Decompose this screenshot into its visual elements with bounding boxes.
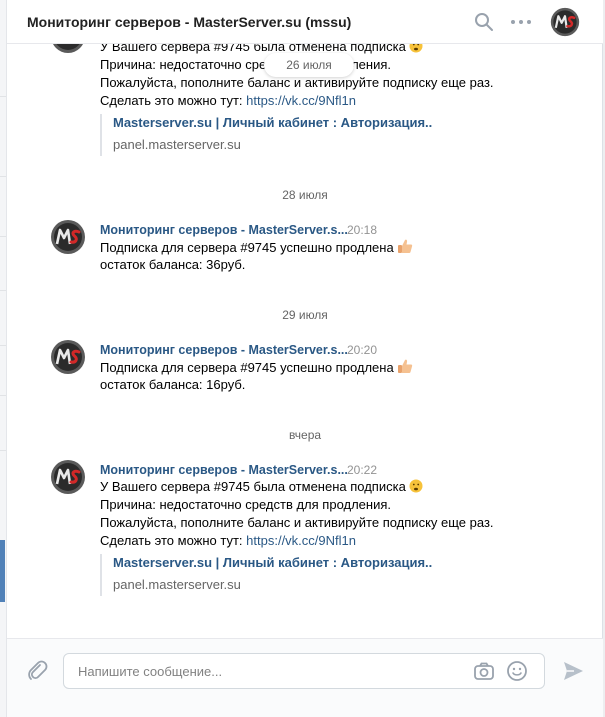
message-text: остаток баланса: 16руб. bbox=[100, 377, 246, 392]
link-preview-title[interactable]: Masterserver.su | Личный кабинет : Автор… bbox=[113, 114, 480, 132]
message-text: Пожалуйста, пополните баланс и активируй… bbox=[100, 515, 494, 530]
date-separator: вчера bbox=[288, 428, 322, 442]
message-text: У Вашего сервера #9745 была отменена под… bbox=[100, 478, 423, 496]
message-time[interactable]: 20:22 bbox=[347, 463, 377, 477]
chat-panel: Мониторинг серверов - MasterServer.su (m… bbox=[7, 0, 603, 717]
message-text: У Вашего сервера #9745 была отменена под… bbox=[100, 44, 423, 56]
message-text: Причина: недостаточно средств для продле… bbox=[100, 497, 392, 512]
message-feed[interactable]: У Вашего сервера #9745 была отменена под… bbox=[7, 44, 603, 638]
link-preview-domain: panel.masterserver.su bbox=[113, 577, 241, 592]
more-icon[interactable] bbox=[509, 12, 533, 32]
message-link[interactable]: https://vk.cc/9Nfl1n bbox=[246, 533, 356, 548]
message-input[interactable]: Напишите сообщение... bbox=[63, 653, 545, 689]
sender-name[interactable]: Мониторинг серверов - MasterServer.s... bbox=[100, 223, 348, 237]
divider bbox=[0, 345, 6, 346]
link-preview-domain: panel.masterserver.su bbox=[113, 137, 241, 152]
chat-avatar[interactable] bbox=[550, 7, 580, 37]
avatar[interactable] bbox=[50, 339, 86, 375]
message-text: Подписка для сервера #9745 успешно продл… bbox=[100, 358, 413, 377]
link-preview-title[interactable]: Masterserver.su | Личный кабинет : Автор… bbox=[113, 554, 480, 572]
divider bbox=[0, 236, 6, 237]
chat-header: Мониторинг серверов - MasterServer.su (m… bbox=[7, 0, 603, 44]
left-panel-edge bbox=[0, 0, 7, 717]
message-time[interactable]: 20:20 bbox=[347, 343, 377, 357]
message-text: Подписка для сервера #9745 успешно продл… bbox=[100, 238, 413, 257]
message-text: Сделать это можно тут: https://vk.cc/9Nf… bbox=[100, 93, 356, 108]
smile-icon[interactable] bbox=[506, 660, 528, 682]
message-text: Сделать это можно тут: https://vk.cc/9Nf… bbox=[100, 533, 356, 548]
avatar[interactable] bbox=[50, 44, 86, 54]
message-input-placeholder: Напишите сообщение... bbox=[78, 664, 223, 679]
avatar[interactable] bbox=[50, 219, 86, 255]
camera-icon[interactable] bbox=[473, 661, 495, 681]
sender-name[interactable]: Мониторинг серверов - MasterServer.s... bbox=[100, 343, 348, 357]
attach-icon[interactable] bbox=[25, 659, 49, 683]
search-icon[interactable] bbox=[474, 12, 494, 32]
send-icon[interactable] bbox=[561, 659, 585, 683]
date-separator: 29 июля bbox=[282, 308, 328, 322]
divider bbox=[0, 96, 6, 97]
divider bbox=[0, 450, 6, 451]
sad-face-icon bbox=[409, 479, 423, 493]
active-chat-indicator bbox=[0, 540, 5, 602]
sender-name[interactable]: Мониторинг серверов - MasterServer.s... bbox=[100, 463, 348, 477]
message-text: остаток баланса: 36руб. bbox=[100, 257, 246, 272]
link-preview[interactable]: Masterserver.su | Личный кабинет : Автор… bbox=[100, 554, 480, 596]
divider bbox=[0, 395, 6, 396]
avatar[interactable] bbox=[50, 459, 86, 495]
floating-date: 26 июля bbox=[264, 53, 354, 77]
date-separator: 28 июля bbox=[282, 188, 328, 202]
message-composer: Напишите сообщение... bbox=[7, 638, 603, 717]
sad-face-icon bbox=[409, 44, 423, 53]
message-time[interactable]: 20:18 bbox=[347, 223, 377, 237]
thumbs-up-icon bbox=[397, 239, 412, 253]
message-link[interactable]: https://vk.cc/9Nfl1n bbox=[246, 93, 356, 108]
chat-title[interactable]: Мониторинг серверов - MasterServer.su (m… bbox=[27, 14, 351, 30]
link-preview[interactable]: Masterserver.su | Личный кабинет : Автор… bbox=[100, 114, 480, 156]
thumbs-up-icon bbox=[397, 359, 412, 373]
divider bbox=[0, 176, 6, 177]
divider bbox=[0, 290, 6, 291]
